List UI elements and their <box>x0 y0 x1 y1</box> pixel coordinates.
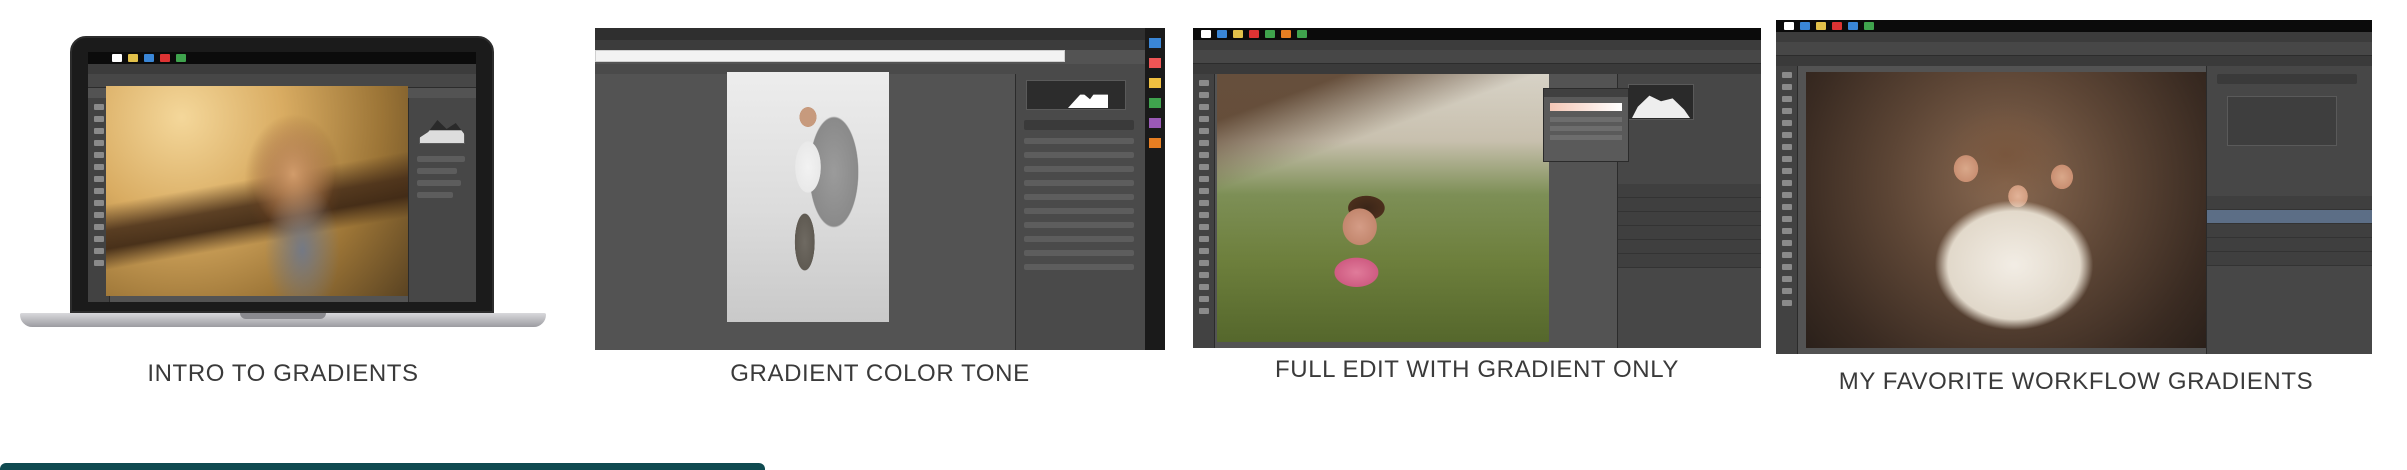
video-thumbnail[interactable] <box>1776 20 2372 354</box>
dialog-titlebar <box>595 50 1065 62</box>
video-thumbnail[interactable] <box>88 52 476 302</box>
photo-boy-sunglasses <box>727 72 889 322</box>
photo-girl-dandelion <box>106 86 408 296</box>
video-caption[interactable]: MY FAVORITE WORKFLOW GRADIENTS <box>1776 368 2376 396</box>
video-caption[interactable]: FULL EDIT WITH GRADIENT ONLY <box>1193 356 1761 384</box>
laptop-notch <box>240 313 326 319</box>
video-card-gradient-color-tone[interactable]: GRADIENT COLOR TONE <box>595 0 1165 400</box>
photo-girl-in-field <box>1217 74 1549 342</box>
video-caption[interactable]: GRADIENT COLOR TONE <box>595 360 1165 388</box>
gradient-dialog <box>1543 88 1629 162</box>
video-card-full-edit-with-gradient-only[interactable]: FULL EDIT WITH GRADIENT ONLY <box>1193 0 1761 400</box>
video-thumbnail[interactable] <box>595 28 1165 350</box>
video-thumbnail[interactable] <box>1193 28 1761 348</box>
video-card-my-favorite-workflow-gradients[interactable]: MY FAVORITE WORKFLOW GRADIENTS <box>1776 0 2376 410</box>
windows-sidebar <box>1145 28 1165 350</box>
photo-three-girls <box>1806 72 2206 348</box>
video-card-intro-to-gradients[interactable]: INTRO TO GRADIENTS <box>0 0 566 400</box>
cta-bar[interactable] <box>0 463 765 470</box>
video-caption[interactable]: INTRO TO GRADIENTS <box>0 360 566 388</box>
